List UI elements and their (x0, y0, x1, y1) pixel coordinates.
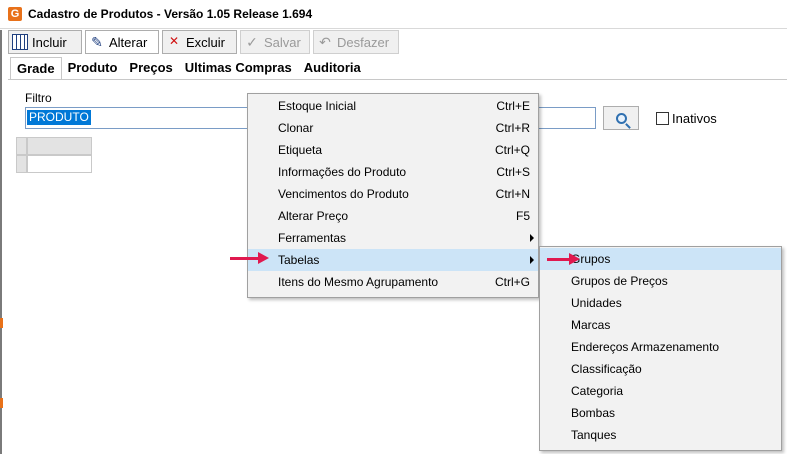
results-grid[interactable] (16, 137, 92, 173)
tabelas-submenu: Grupos Grupos de Preços Unidades Marcas … (539, 246, 782, 451)
menu-item-clonar[interactable]: Clonar Ctrl+R (248, 117, 538, 139)
inativos-label: Inativos (672, 111, 717, 126)
excluir-label: Excluir (186, 34, 226, 50)
submenu-item-marcas[interactable]: Marcas (540, 314, 781, 336)
inativos-toggle[interactable]: Inativos (656, 111, 717, 126)
menu-item-label: Vencimentos do Produto (278, 187, 409, 201)
filter-value: PRODUTO (27, 110, 91, 125)
submenu-item-tanques[interactable]: Tanques (540, 424, 781, 446)
submenu-item-label: Bombas (571, 406, 616, 420)
menu-item-label: Ferramentas (278, 231, 347, 245)
menu-item-shortcut: Ctrl+S (496, 165, 530, 179)
menu-item-shortcut: Ctrl+E (496, 99, 530, 113)
table-row[interactable] (16, 155, 92, 173)
submenu-item-grupos-precos[interactable]: Grupos de Preços (540, 270, 781, 292)
grid-column-header[interactable] (27, 137, 92, 155)
menu-item-ferramentas[interactable]: Ferramentas (248, 227, 538, 249)
tab-produto[interactable]: Produto (62, 57, 124, 79)
grid-add-icon (12, 34, 28, 50)
menu-item-label: Clonar (278, 121, 314, 135)
tab-precos[interactable]: Preços (123, 57, 178, 79)
menu-item-etiqueta[interactable]: Etiqueta Ctrl+Q (248, 139, 538, 161)
alterar-label: Alterar (109, 34, 148, 50)
salvar-label: Salvar (264, 34, 301, 50)
left-edge-marker (0, 318, 3, 328)
grid-header-row (16, 137, 92, 155)
annotation-arrow-icon (547, 253, 580, 265)
grid-delete-icon: ✕ (168, 34, 180, 48)
menu-item-label: Alterar Preço (278, 209, 349, 223)
inativos-checkbox[interactable] (656, 112, 669, 125)
left-edge-marker (0, 398, 3, 408)
menu-item-shortcut: Ctrl+N (495, 187, 530, 201)
submenu-item-label: Tanques (571, 428, 617, 442)
submenu-arrow-icon (530, 256, 534, 264)
submenu-item-bombas[interactable]: Bombas (540, 402, 781, 424)
submenu-item-label: Endereços Armazenamento (571, 340, 720, 354)
tab-auditoria[interactable]: Auditoria (298, 57, 367, 79)
grid-corner-cell (16, 137, 27, 155)
window-left-edge (0, 30, 2, 454)
save-icon: ✓ (246, 34, 258, 50)
submenu-item-label: Categoria (571, 384, 624, 398)
desfazer-label: Desfazer (337, 34, 390, 50)
row-indicator[interactable] (16, 155, 27, 173)
menu-item-tabelas[interactable]: Tabelas (248, 249, 538, 271)
desfazer-button[interactable]: ↶ Desfazer (313, 30, 399, 54)
tab-divider (8, 79, 787, 80)
annotation-arrow-icon (230, 252, 269, 264)
tab-ultimas-compras[interactable]: Ultimas Compras (179, 57, 298, 79)
excluir-button[interactable]: ✕ Excluir (162, 30, 237, 54)
submenu-item-label: Grupos de Preços (571, 274, 668, 288)
menu-item-vencimentos-produto[interactable]: Vencimentos do Produto Ctrl+N (248, 183, 538, 205)
undo-icon: ↶ (319, 34, 331, 50)
tab-bar: Grade Produto Preços Ultimas Compras Aud… (10, 57, 367, 79)
incluir-label: Incluir (32, 34, 67, 50)
menu-item-informacoes-produto[interactable]: Informações do Produto Ctrl+S (248, 161, 538, 183)
menu-item-shortcut: F5 (515, 209, 530, 223)
menu-item-label: Informações do Produto (278, 165, 407, 179)
menu-item-label: Etiqueta (278, 143, 323, 157)
menu-item-estoque-inicial[interactable]: Estoque Inicial Ctrl+E (248, 95, 538, 117)
submenu-item-label: Unidades (571, 296, 622, 310)
menu-item-label: Itens do Mesmo Agrupamento (278, 275, 439, 289)
submenu-item-categoria[interactable]: Categoria (540, 380, 781, 402)
menu-item-label: Estoque Inicial (278, 99, 357, 113)
tab-grade[interactable]: Grade (10, 57, 62, 79)
window-title: Cadastro de Produtos - Versão 1.05 Relea… (28, 7, 313, 21)
menu-item-shortcut: Ctrl+G (494, 275, 530, 289)
submenu-item-label: Classificação (571, 362, 642, 376)
submenu-item-unidades[interactable]: Unidades (540, 292, 781, 314)
toolbar: Incluir ✎ Alterar ✕ Excluir ✓ Salvar ↶ D… (8, 30, 399, 54)
submenu-item-classificacao[interactable]: Classificação (540, 358, 781, 380)
context-menu: Estoque Inicial Ctrl+E Clonar Ctrl+R Eti… (247, 93, 539, 298)
alterar-button[interactable]: ✎ Alterar (85, 30, 159, 54)
incluir-button[interactable]: Incluir (8, 30, 82, 54)
app-logo-icon: G (8, 7, 22, 21)
search-button[interactable] (603, 106, 639, 130)
menu-item-alterar-preco[interactable]: Alterar Preço F5 (248, 205, 538, 227)
menu-item-shortcut: Ctrl+Q (494, 143, 530, 157)
menu-item-shortcut: Ctrl+R (495, 121, 530, 135)
menu-item-label: Tabelas (278, 253, 320, 267)
submenu-item-enderecos-armazenamento[interactable]: Endereços Armazenamento (540, 336, 781, 358)
menu-item-itens-mesmo-agrupamento[interactable]: Itens do Mesmo Agrupamento Ctrl+G (248, 271, 538, 293)
filter-label: Filtro (25, 91, 52, 105)
pencil-icon: ✎ (91, 34, 103, 50)
grid-cell[interactable] (27, 155, 92, 173)
search-icon (615, 112, 627, 124)
salvar-button[interactable]: ✓ Salvar (240, 30, 310, 54)
title-bar: G Cadastro de Produtos - Versão 1.05 Rel… (0, 0, 787, 29)
submenu-item-label: Marcas (571, 318, 611, 332)
submenu-arrow-icon (530, 234, 534, 242)
